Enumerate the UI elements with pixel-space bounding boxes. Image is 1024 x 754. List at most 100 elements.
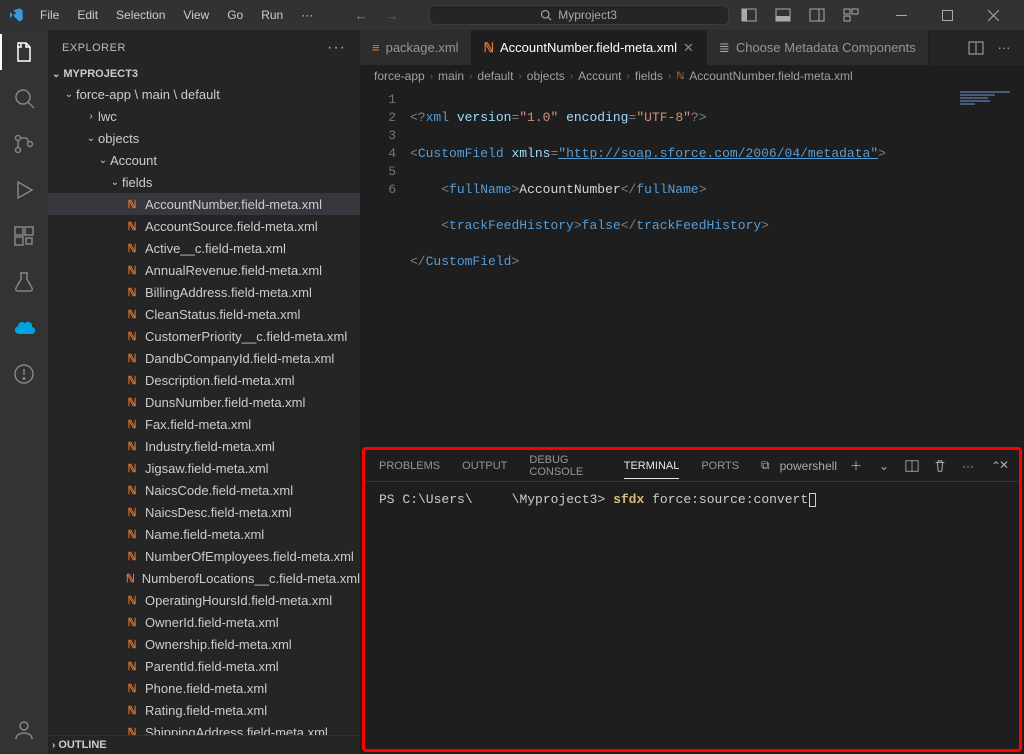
shell-label[interactable]: powershell [780,459,837,473]
code-content[interactable]: <?xml version="1.0" encoding="UTF-8"?> <… [410,87,886,447]
xml-icon: ℕ [124,262,140,278]
split-editor-icon[interactable] [964,36,988,60]
menu-selection[interactable]: Selection [108,4,173,26]
close-icon[interactable]: ✕ [995,456,1013,474]
tree-file[interactable]: ℕDescription.field-meta.xml [48,369,360,391]
project-section[interactable]: ⌄MYPROJECT3 [48,65,360,83]
editor-tab[interactable]: ℕ AccountNumber.field-meta.xml ✕ [472,30,707,65]
tree-file[interactable]: ℕPhone.field-meta.xml [48,677,360,699]
command-center[interactable]: Myproject3 [429,5,729,25]
xml-icon: ℕ [124,614,140,630]
breadcrumb[interactable]: force-app› main› default› objects› Accou… [360,65,1024,87]
tree-folder[interactable]: ⌄force-app \ main \ default [48,83,360,105]
window-minimize-icon[interactable] [878,0,924,30]
layout-secondary-icon[interactable] [800,0,834,30]
terminal[interactable]: PS C:\Users\ \Myproject3> sfdx force:sou… [365,482,1019,749]
outline-section[interactable]: ›OUTLINE [48,735,360,754]
new-terminal-icon[interactable]: ＋ [847,457,865,475]
tree-file[interactable]: ℕNumberOfEmployees.field-meta.xml [48,545,360,567]
xml-icon: ℕ [124,328,140,344]
trash-icon[interactable] [931,457,949,475]
xml-icon: ℕ [484,40,494,56]
tree-folder[interactable]: ⌄Account [48,149,360,171]
testing-icon[interactable] [10,268,38,296]
minimap[interactable] [960,91,1010,105]
layout-panel-icon[interactable] [766,0,800,30]
xml-icon: ℕ [124,284,140,300]
window-maximize-icon[interactable] [924,0,970,30]
panel-tab-output[interactable]: OUTPUT [462,454,507,478]
panel-tab-terminal[interactable]: TERMINAL [624,454,680,479]
menu-view[interactable]: View [175,4,217,26]
panel-tab-problems[interactable]: PROBLEMS [379,454,440,478]
more-icon[interactable]: ··· [992,36,1016,60]
tree-file[interactable]: ℕDandbCompanyId.field-meta.xml [48,347,360,369]
chevron-down-icon[interactable]: ⌄ [875,457,893,475]
tree-file[interactable]: ℕJigsaw.field-meta.xml [48,457,360,479]
tree-file[interactable]: ℕParentId.field-meta.xml [48,655,360,677]
tree-file[interactable]: ℕNaicsDesc.field-meta.xml [48,501,360,523]
menu-more[interactable]: ··· [293,4,321,26]
xml-icon: ℕ [124,218,140,234]
activity-bar [0,30,48,754]
sidebar: EXPLORER ··· ⌄MYPROJECT3 ⌄force-app \ ma… [48,30,360,754]
tree-file[interactable]: ℕAnnualRevenue.field-meta.xml [48,259,360,281]
xml-icon: ℕ [124,570,137,586]
tree-file[interactable]: ℕOperatingHoursId.field-meta.xml [48,589,360,611]
tree-folder[interactable]: ›lwc [48,105,360,127]
tree-file[interactable]: ℕIndustry.field-meta.xml [48,435,360,457]
layout-primary-icon[interactable] [732,0,766,30]
panel-tab-ports[interactable]: PORTS [701,454,739,478]
xml-icon: ℕ [124,306,140,322]
tree-folder[interactable]: ⌄objects [48,127,360,149]
tree-file[interactable]: ℕAccountNumber.field-meta.xml [48,193,360,215]
tree-file[interactable]: ℕFax.field-meta.xml [48,413,360,435]
tree-file[interactable]: ℕOwnerId.field-meta.xml [48,611,360,633]
tree-file[interactable]: ℕOwnership.field-meta.xml [48,633,360,655]
accounts-icon[interactable] [10,716,38,744]
menu-run[interactable]: Run [253,4,291,26]
tree-file[interactable]: ℕAccountSource.field-meta.xml [48,215,360,237]
tree-file[interactable]: ℕCustomerPriority__c.field-meta.xml [48,325,360,347]
source-control-icon[interactable] [10,130,38,158]
xml-icon: ℕ [124,680,140,696]
tree-file[interactable]: ℕNumberofLocations__c.field-meta.xml [48,567,360,589]
nav-fwd-icon[interactable]: → [386,8,399,23]
tree-file[interactable]: ℕRating.field-meta.xml [48,699,360,721]
more-icon[interactable]: ··· [959,457,977,475]
xml-icon: ℕ [124,394,140,410]
xml-icon: ℕ [676,71,684,82]
explorer-icon[interactable] [10,38,38,66]
tree-file[interactable]: ℕShippingAddress.field-meta.xml [48,721,360,735]
tree-file[interactable]: ℕActive__c.field-meta.xml [48,237,360,259]
issue-icon[interactable] [10,360,38,388]
nav-back-icon[interactable]: ← [355,8,368,23]
tree-file[interactable]: ℕNaicsCode.field-meta.xml [48,479,360,501]
tree-file[interactable]: ℕDunsNumber.field-meta.xml [48,391,360,413]
close-icon[interactable]: ✕ [683,40,694,56]
split-terminal-icon[interactable] [903,457,921,475]
line-gutter: 1 2 3 4 5 6 [360,87,410,447]
xml-icon: ℕ [124,526,140,542]
xml-icon: ℕ [124,658,140,674]
tree-folder[interactable]: ⌄fields [48,171,360,193]
panel-tab-debug[interactable]: DEBUG CONSOLE [529,448,601,484]
tree-file[interactable]: ℕCleanStatus.field-meta.xml [48,303,360,325]
sidebar-more-icon[interactable]: ··· [327,39,346,57]
run-debug-icon[interactable] [10,176,38,204]
salesforce-icon[interactable] [10,314,38,342]
code-editor[interactable]: 1 2 3 4 5 6 <?xml version="1.0" encoding… [360,87,1024,447]
tree-file[interactable]: ℕName.field-meta.xml [48,523,360,545]
extensions-icon[interactable] [10,222,38,250]
menu-edit[interactable]: Edit [69,4,106,26]
menu-file[interactable]: File [32,4,67,26]
editor-tab[interactable]: ≡ package.xml [360,30,472,65]
xml-icon: ℕ [124,548,140,564]
tree-file[interactable]: ℕBillingAddress.field-meta.xml [48,281,360,303]
layout-customize-icon[interactable] [834,0,868,30]
xml-icon: ℕ [124,416,140,432]
window-close-icon[interactable] [970,0,1016,30]
search-ab-icon[interactable] [10,84,38,112]
menu-go[interactable]: Go [219,4,251,26]
editor-tab[interactable]: ≣ Choose Metadata Components [707,30,929,65]
